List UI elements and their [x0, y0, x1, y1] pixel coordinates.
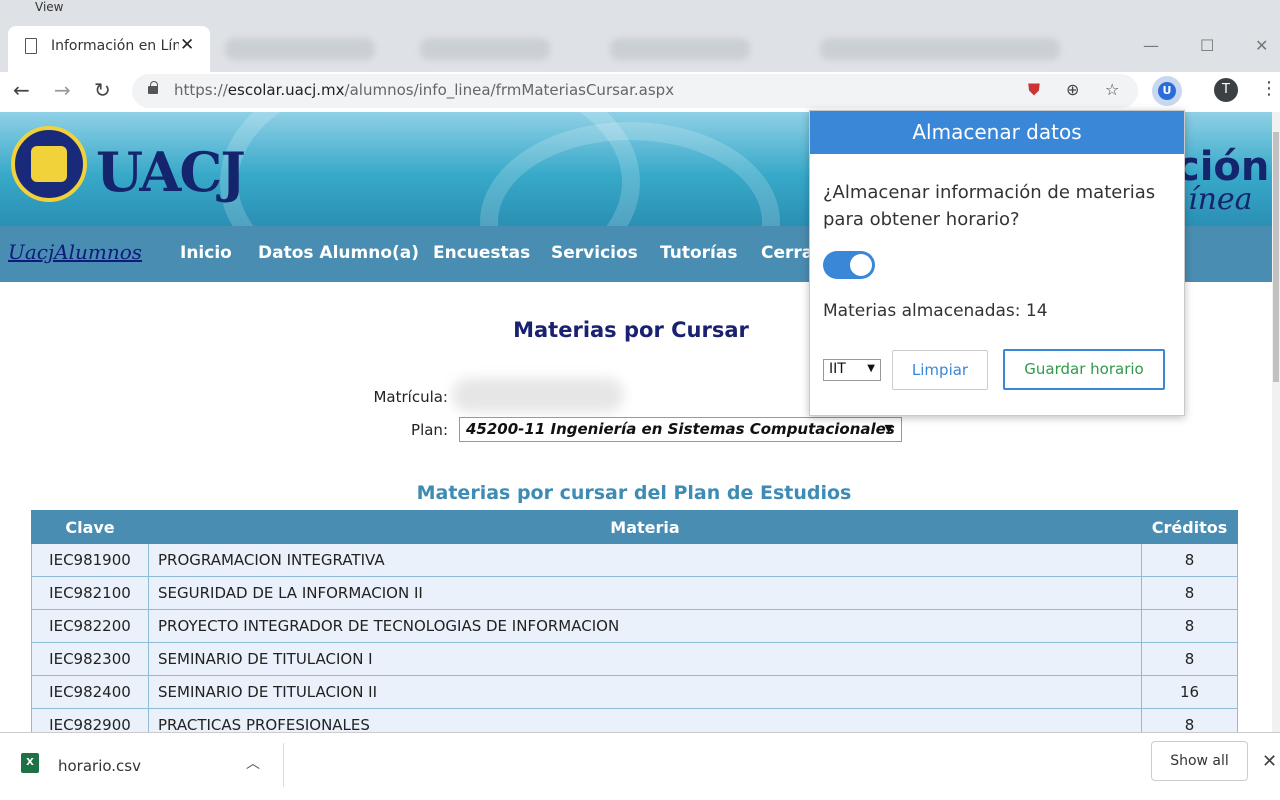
cell-materia: PROYECTO INTEGRADOR DE TECNOLOGIAS DE IN… — [148, 609, 1142, 643]
excel-file-icon: X — [21, 753, 39, 773]
back-icon[interactable]: ← — [13, 78, 30, 102]
dropdown-arrow-icon: ▼ — [884, 422, 893, 435]
extension-icon-label: U — [1158, 82, 1176, 100]
nav-servicios[interactable]: Servicios — [551, 243, 638, 263]
uacj-alumnos-link[interactable]: UacjAlumnos — [8, 240, 142, 264]
nav-encuestas[interactable]: Encuestas — [433, 243, 530, 263]
tab-close-icon[interactable]: ✕ — [180, 35, 194, 55]
materias-table: Clave Materia Créditos IEC981900 PROGRAM… — [31, 510, 1238, 742]
toggle-knob — [850, 254, 872, 276]
download-file-name[interactable]: horario.csv — [58, 757, 141, 775]
header-clave: Clave — [31, 510, 149, 544]
tab-bar: Información en Lín ✕ — ☐ ✕ — [0, 16, 1280, 72]
url-path: /alumnos/info_linea/frmMateriasCursar.as… — [344, 81, 675, 99]
table-row: IEC982300 SEMINARIO DE TITULACION I 8 — [31, 642, 1238, 676]
reload-icon[interactable]: ↻ — [94, 78, 111, 102]
cell-creditos: 8 — [1141, 576, 1238, 610]
url-domain: escolar.uacj.mx — [227, 81, 345, 99]
extension-icon[interactable]: U — [1152, 76, 1182, 106]
nav-tutorias[interactable]: Tutorías — [660, 243, 737, 263]
popup-question: ¿Almacenar información de materias para … — [823, 182, 1156, 230]
cell-creditos: 8 — [1141, 642, 1238, 676]
guardar-horario-button[interactable]: Guardar horario — [1003, 349, 1165, 390]
table-row: IEC982200 PROYECTO INTEGRADOR DE TECNOLO… — [31, 609, 1238, 643]
plan-select[interactable]: 45200-11 Ingeniería en Sistemas Computac… — [459, 417, 902, 442]
table-row: IEC982100 SEGURIDAD DE LA INFORMACION II… — [31, 576, 1238, 610]
lock-icon[interactable] — [148, 81, 158, 94]
campus-select-value: IIT — [829, 361, 846, 377]
table-header-row: Clave Materia Créditos — [31, 510, 1238, 544]
window-close-icon[interactable]: ✕ — [1255, 36, 1268, 55]
tab-title: Información en Lín — [51, 38, 179, 54]
view-menu[interactable]: View — [35, 0, 63, 14]
header-brand-right-script: ínea — [1188, 182, 1253, 217]
limpiar-button[interactable]: Limpiar — [892, 350, 988, 390]
url-text[interactable]: https://escolar.uacj.mx/alumnos/info_lin… — [174, 81, 674, 99]
cell-materia: SEMINARIO DE TITULACION I — [148, 642, 1142, 676]
nav-datos-alumno[interactable]: Datos Alumno(a) — [258, 243, 419, 263]
shelf-divider — [283, 743, 284, 787]
shelf-close-icon[interactable]: ✕ — [1262, 751, 1277, 772]
scrollbar-thumb[interactable] — [1273, 132, 1279, 382]
cell-creditos: 8 — [1141, 543, 1238, 577]
uacj-seal-logo — [11, 126, 87, 202]
profile-avatar[interactable]: T — [1214, 78, 1238, 102]
campus-select[interactable]: IIT ▼ — [823, 359, 881, 381]
zoom-icon[interactable]: ⊕ — [1066, 80, 1079, 99]
section-title: Materias por cursar del Plan de Estudios — [416, 482, 852, 504]
chevron-up-icon[interactable]: ︿ — [246, 753, 260, 773]
cell-materia: SEMINARIO DE TITULACION II — [148, 675, 1142, 709]
extension-popup: Almacenar datos ¿Almacenar información d… — [809, 110, 1185, 416]
uacj-logo-text: UACJ — [96, 140, 246, 204]
browser-toolbar: ← → ↻ https://escolar.uacj.mx/alumnos/in… — [0, 72, 1280, 110]
stored-count: Materias almacenadas: 14 — [823, 301, 1048, 321]
cell-materia: SEGURIDAD DE LA INFORMACION II — [148, 576, 1142, 610]
bookmark-star-icon[interactable]: ☆ — [1105, 80, 1119, 99]
cell-clave: IEC982100 — [31, 576, 149, 610]
header-materia: Materia — [148, 510, 1142, 544]
cell-creditos: 8 — [1141, 609, 1238, 643]
table-row: IEC982400 SEMINARIO DE TITULACION II 16 — [31, 675, 1238, 709]
url-prefix: https:// — [174, 81, 228, 99]
download-shelf: X horario.csv ︿ Show all ✕ — [0, 732, 1280, 800]
matricula-label: Matrícula: — [373, 388, 448, 406]
background-tab[interactable] — [820, 38, 1060, 60]
nav-inicio[interactable]: Inicio — [180, 243, 232, 263]
table-row: IEC981900 PROGRAMACION INTEGRATIVA 8 — [31, 543, 1238, 577]
cell-materia: PROGRAMACION INTEGRATIVA — [148, 543, 1142, 577]
page-scrollbar[interactable] — [1272, 112, 1280, 732]
show-all-button[interactable]: Show all — [1151, 741, 1248, 781]
matricula-value-blurred — [452, 378, 624, 412]
cell-creditos: 16 — [1141, 675, 1238, 709]
page-icon — [25, 38, 37, 54]
cell-clave: IEC982300 — [31, 642, 149, 676]
menu-kebab-icon[interactable]: ⋮ — [1260, 78, 1278, 99]
active-tab[interactable]: Información en Lín ✕ — [8, 26, 210, 72]
dropdown-arrow-icon: ▼ — [867, 363, 875, 374]
blocked-popup-icon[interactable]: ⛊ — [1028, 80, 1040, 100]
forward-icon[interactable]: → — [54, 78, 71, 102]
menu-strip: View — [0, 0, 1280, 16]
address-bar[interactable]: https://escolar.uacj.mx/alumnos/info_lin… — [132, 74, 1138, 108]
background-tab[interactable] — [225, 38, 375, 60]
cell-clave: IEC981900 — [31, 543, 149, 577]
background-tab[interactable] — [610, 38, 750, 60]
minimize-icon[interactable]: — — [1143, 36, 1159, 55]
popup-title: Almacenar datos — [810, 111, 1184, 154]
plan-select-value: 45200-11 Ingeniería en Sistemas Computac… — [466, 420, 895, 438]
header-creditos: Créditos — [1141, 510, 1238, 544]
plan-label: Plan: — [411, 421, 448, 439]
nav-cerrar[interactable]: Cerra — [761, 243, 813, 263]
store-toggle[interactable] — [823, 251, 875, 279]
background-tab[interactable] — [420, 38, 550, 60]
cell-clave: IEC982400 — [31, 675, 149, 709]
cell-clave: IEC982200 — [31, 609, 149, 643]
maximize-icon[interactable]: ☐ — [1200, 36, 1214, 55]
